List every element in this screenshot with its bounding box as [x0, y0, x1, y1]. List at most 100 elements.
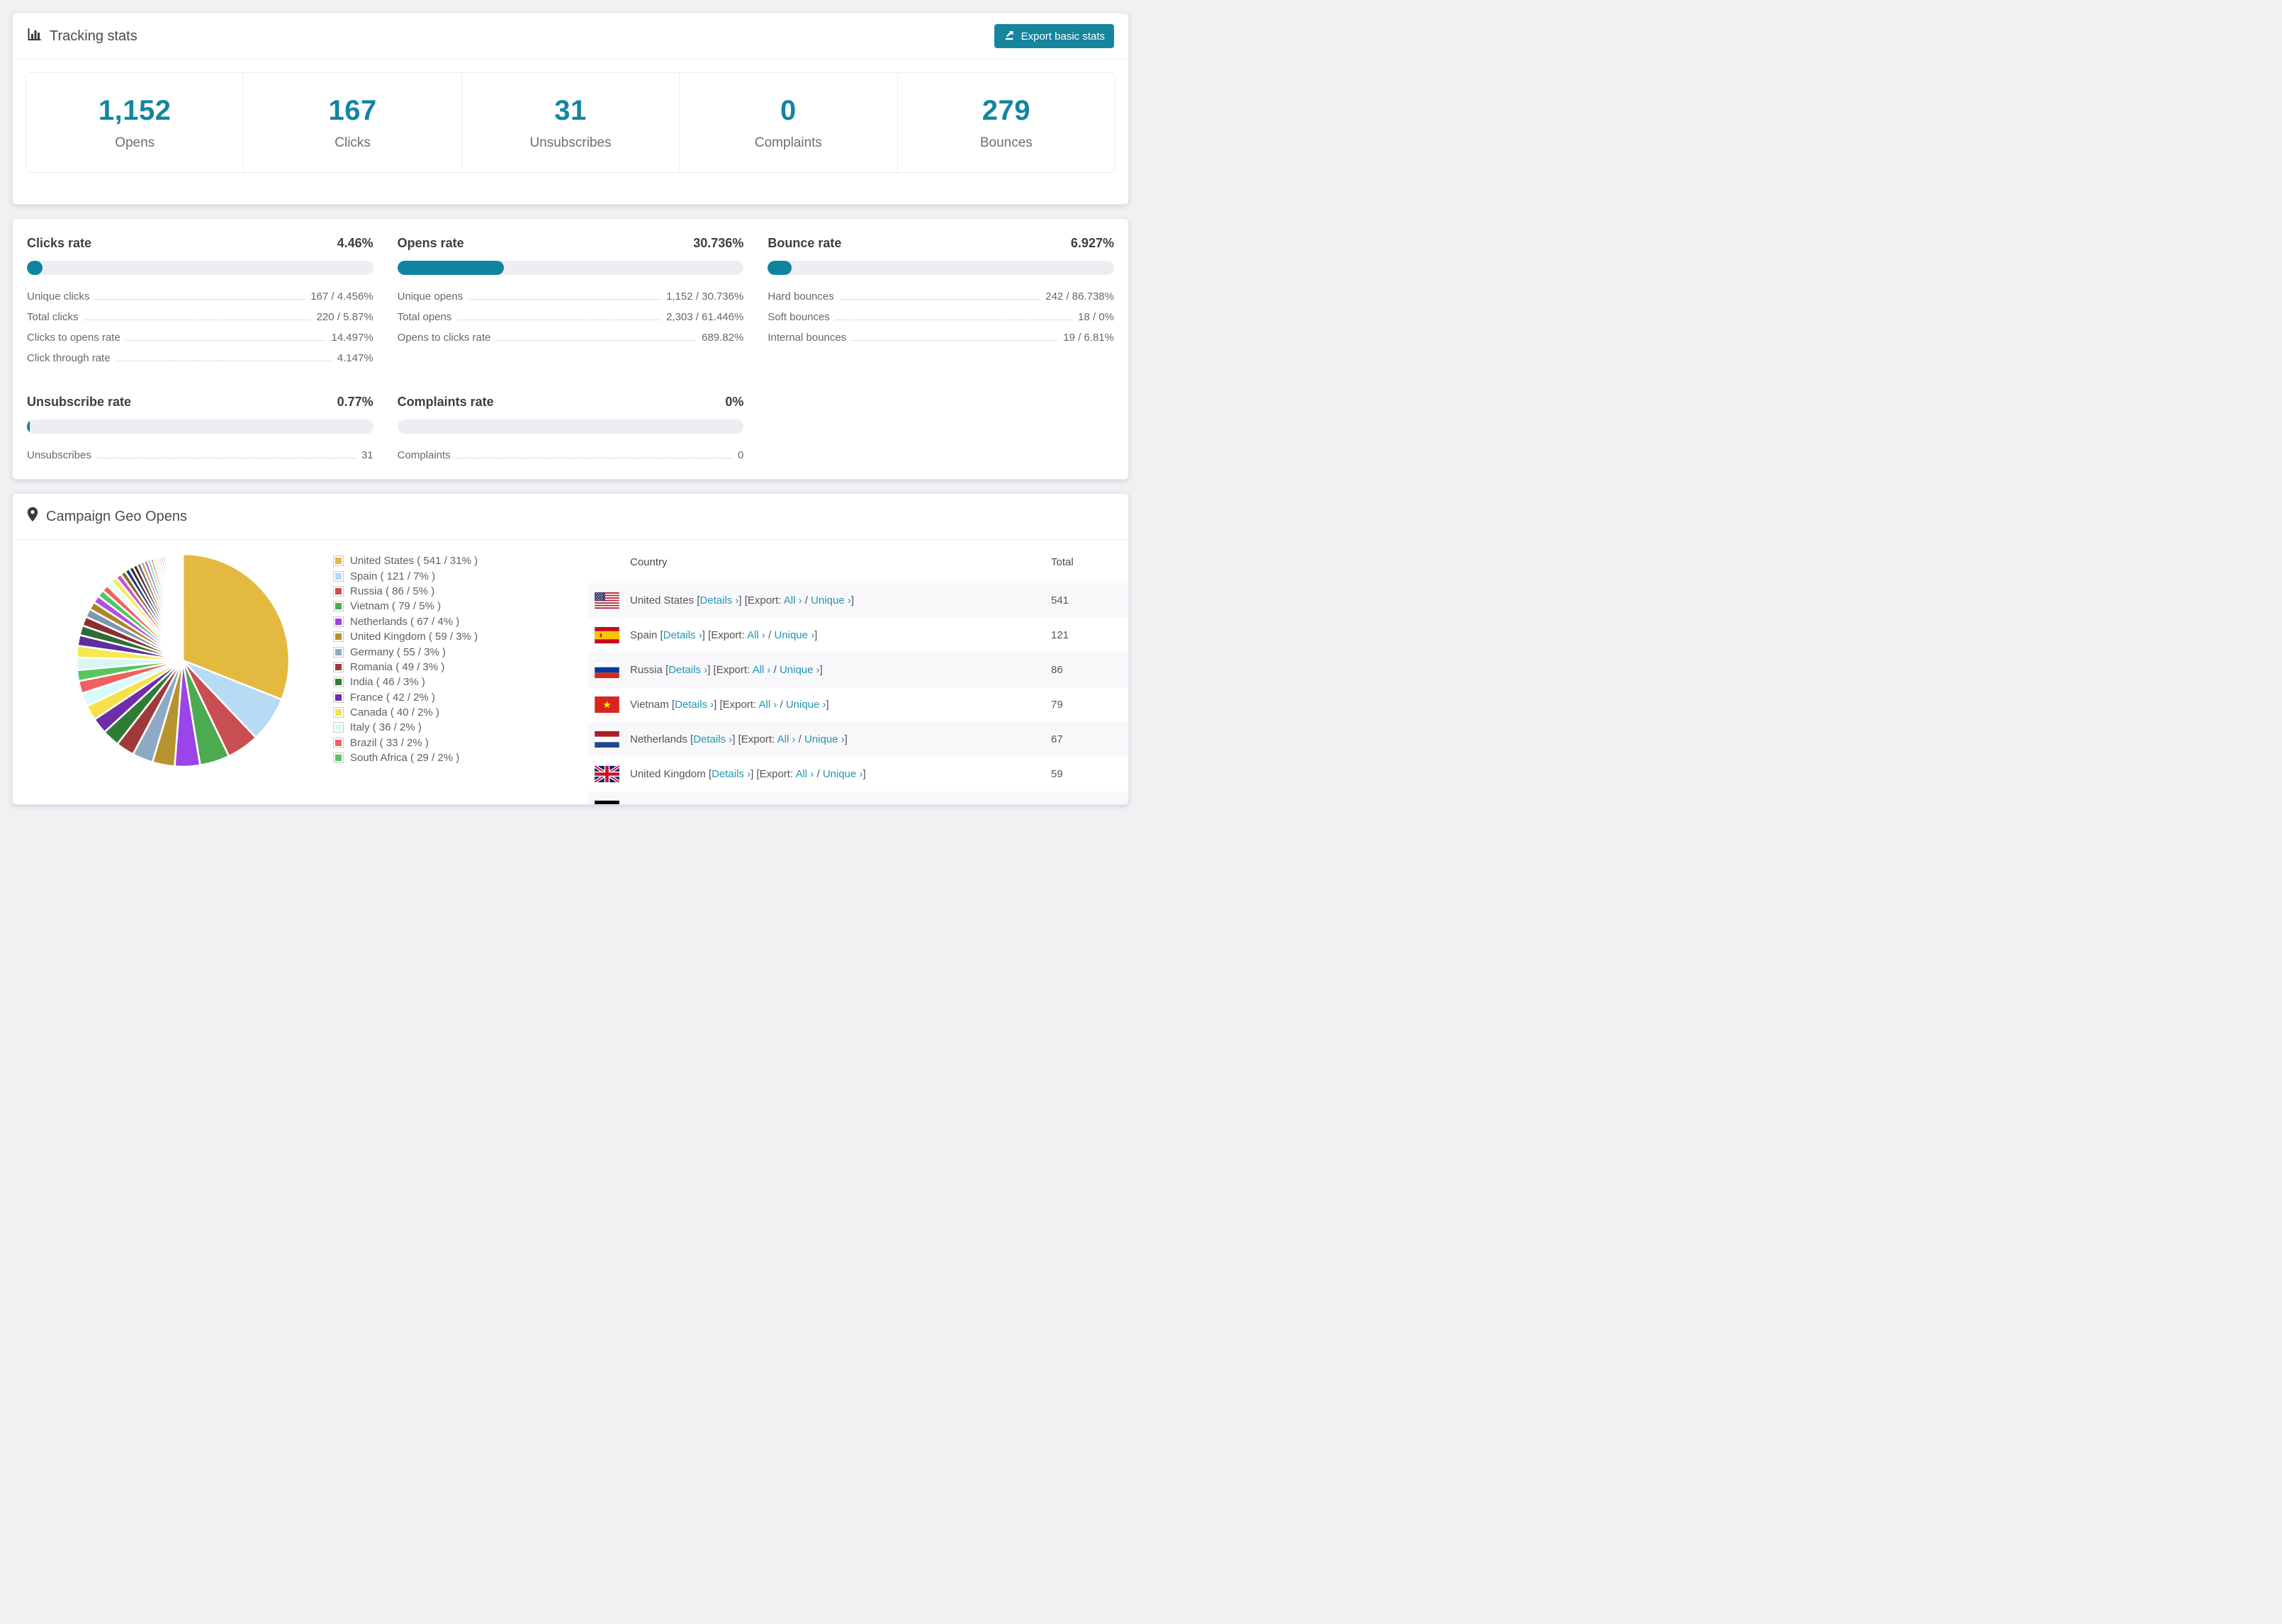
- stat-box-bounces: 279 Bounces: [898, 73, 1115, 172]
- legend-item-united-kingdom[interactable]: United Kingdom ( 59 / 3% ): [333, 629, 478, 644]
- rate-title: Opens rate: [397, 236, 464, 250]
- legend-item-germany[interactable]: Germany ( 55 / 3% ): [333, 644, 478, 659]
- details-link[interactable]: Details ›: [663, 629, 702, 641]
- country-name: Vietnam [: [630, 699, 675, 711]
- legend-item-india[interactable]: India ( 46 / 3% ): [333, 675, 478, 689]
- export-all-link[interactable]: All ›: [753, 664, 771, 676]
- rate-head: Bounce rate 6.927%: [768, 236, 1114, 251]
- geo-legend: United States ( 541 / 31% ) Spain ( 121 /…: [333, 553, 478, 765]
- stat-value: 0: [780, 94, 797, 126]
- rate-block-clicks-rate: Clicks rate 4.46% Unique clicks 167 / 4.456…: [27, 236, 373, 366]
- country-name: Germany [: [630, 803, 680, 804]
- export-all-link[interactable]: All ›: [758, 699, 777, 711]
- export-all-link[interactable]: All ›: [795, 768, 814, 780]
- export-unique-link[interactable]: Unique ›: [811, 594, 851, 607]
- stat-box-opens: 1,152 Opens: [26, 73, 244, 172]
- rate-rows: Complaints 0: [398, 443, 744, 463]
- legend-item-spain[interactable]: Spain ( 121 / 7% ): [333, 568, 478, 583]
- pie-slice-other[interactable]: [181, 553, 184, 661]
- details-link[interactable]: Details ›: [693, 733, 732, 745]
- legend-swatch: [333, 661, 344, 672]
- country-name: Russia [: [630, 664, 669, 676]
- geo-header: Campaign Geo Opens: [13, 494, 1128, 539]
- rate-row-value: 2,303 / 61.446%: [666, 311, 744, 323]
- export-all-link[interactable]: All ›: [763, 803, 782, 804]
- legend-item-united-states[interactable]: United States ( 541 / 31% ): [333, 553, 478, 568]
- stat-box-unsubscribes: 31 Unsubscribes: [462, 73, 680, 172]
- bracket-close: ]: [819, 664, 823, 676]
- rate-row: Complaints 0: [398, 443, 744, 463]
- geo-table-row-russia: Russia [Details ›] [Export: All › / Uniq…: [588, 653, 1128, 687]
- legend-item-italy[interactable]: Italy ( 36 / 2% ): [333, 720, 478, 735]
- rate-row-value: 1,152 / 30.736%: [666, 291, 744, 303]
- export-all-link[interactable]: All ›: [784, 594, 802, 607]
- rate-row-value: 31: [361, 449, 373, 461]
- geo-table-header-country: Country: [630, 556, 668, 568]
- campaign-geo-opens-card: Campaign Geo Opens United States ( 541 /…: [12, 493, 1129, 805]
- legend-label: United States ( 541 / 31% ): [350, 555, 478, 568]
- legend-label: Romania ( 49 / 3% ): [350, 660, 445, 673]
- legend-item-russia[interactable]: Russia ( 86 / 5% ): [333, 584, 478, 599]
- export-unique-link[interactable]: Unique ›: [786, 699, 826, 711]
- details-link[interactable]: Details ›: [680, 803, 719, 804]
- tracking-stats-title-row: Tracking stats: [27, 27, 137, 46]
- geo-header-divider: [13, 539, 1128, 540]
- rate-value: 30.736%: [693, 236, 744, 250]
- export-basic-stats-button[interactable]: Export basic stats: [994, 24, 1114, 48]
- rate-progress-fill: [27, 261, 43, 275]
- map-marker-icon: [27, 507, 38, 526]
- legend-item-netherlands[interactable]: Netherlands ( 67 / 4% ): [333, 614, 478, 629]
- rate-rows: Unsubscribes 31: [27, 443, 373, 463]
- legend-label: Spain ( 121 / 7% ): [350, 570, 436, 582]
- export-unique-link[interactable]: Unique ›: [774, 629, 814, 641]
- link-separator: /: [802, 594, 811, 607]
- export-unique-link[interactable]: Unique ›: [791, 803, 831, 804]
- legend-label: Russia ( 86 / 5% ): [350, 585, 435, 597]
- stat-box-complaints: 0 Complaints: [680, 73, 898, 172]
- stat-value: 167: [328, 94, 377, 126]
- legend-swatch: [333, 752, 344, 764]
- dotted-leader: [839, 299, 1040, 300]
- rate-value: 6.927%: [1070, 236, 1114, 250]
- rate-title: Complaints rate: [397, 395, 494, 409]
- rate-block-opens-rate: Opens rate 30.736% Unique opens 1,152 / 30.…: [397, 236, 744, 366]
- details-link[interactable]: Details ›: [675, 699, 714, 711]
- legend-item-south-africa[interactable]: South Africa ( 29 / 2% ): [333, 750, 478, 765]
- export-prefix: ] [Export:: [714, 699, 759, 711]
- export-unique-link[interactable]: Unique ›: [823, 768, 863, 780]
- bracket-close: ]: [850, 594, 855, 607]
- legend-item-brazil[interactable]: Brazil ( 33 / 2% ): [333, 735, 478, 750]
- details-link[interactable]: Details ›: [668, 664, 707, 676]
- legend-swatch: [333, 570, 344, 582]
- export-all-link[interactable]: All ›: [747, 629, 765, 641]
- legend-item-france[interactable]: France ( 42 / 2% ): [333, 690, 478, 705]
- bracket-close: ]: [826, 699, 829, 711]
- rate-progress-fill: [27, 419, 30, 434]
- dotted-leader: [125, 340, 326, 341]
- geo-table-row-netherlands: Netherlands [Details ›] [Export: All › /…: [588, 722, 1128, 757]
- rate-row: Opens to clicks rate 689.82%: [398, 325, 744, 346]
- rate-row-label: Hard bounces: [768, 291, 834, 303]
- export-basic-stats-label: Export basic stats: [1021, 30, 1105, 43]
- rate-title: Unsubscribe rate: [27, 395, 132, 409]
- legend-label: Vietnam ( 79 / 5% ): [350, 600, 442, 613]
- legend-swatch: [333, 707, 344, 718]
- details-link[interactable]: Details ›: [712, 768, 751, 780]
- details-link[interactable]: Details ›: [699, 594, 738, 607]
- legend-swatch: [333, 722, 344, 733]
- rate-row-value: 689.82%: [702, 332, 744, 344]
- rate-progress-bar: [27, 419, 373, 434]
- export-unique-link[interactable]: Unique ›: [804, 733, 845, 745]
- legend-item-romania[interactable]: Romania ( 49 / 3% ): [333, 660, 478, 675]
- bracket-close: ]: [831, 803, 833, 804]
- export-prefix: ] [Export:: [738, 594, 784, 607]
- legend-item-canada[interactable]: Canada ( 40 / 2% ): [333, 705, 478, 720]
- rates-grid: Clicks rate 4.46% Unique clicks 167 / 4.456…: [13, 219, 1128, 463]
- export-unique-link[interactable]: Unique ›: [780, 664, 820, 676]
- legend-item-vietnam[interactable]: Vietnam ( 79 / 5% ): [333, 599, 478, 614]
- export-all-link[interactable]: All ›: [777, 733, 796, 745]
- dotted-leader: [468, 299, 661, 300]
- rate-row-label: Opens to clicks rate: [397, 332, 491, 344]
- rate-row: Clicks to opens rate 14.497%: [27, 325, 373, 346]
- rate-block-complaints-rate: Complaints rate 0% Complaints 0: [397, 395, 744, 463]
